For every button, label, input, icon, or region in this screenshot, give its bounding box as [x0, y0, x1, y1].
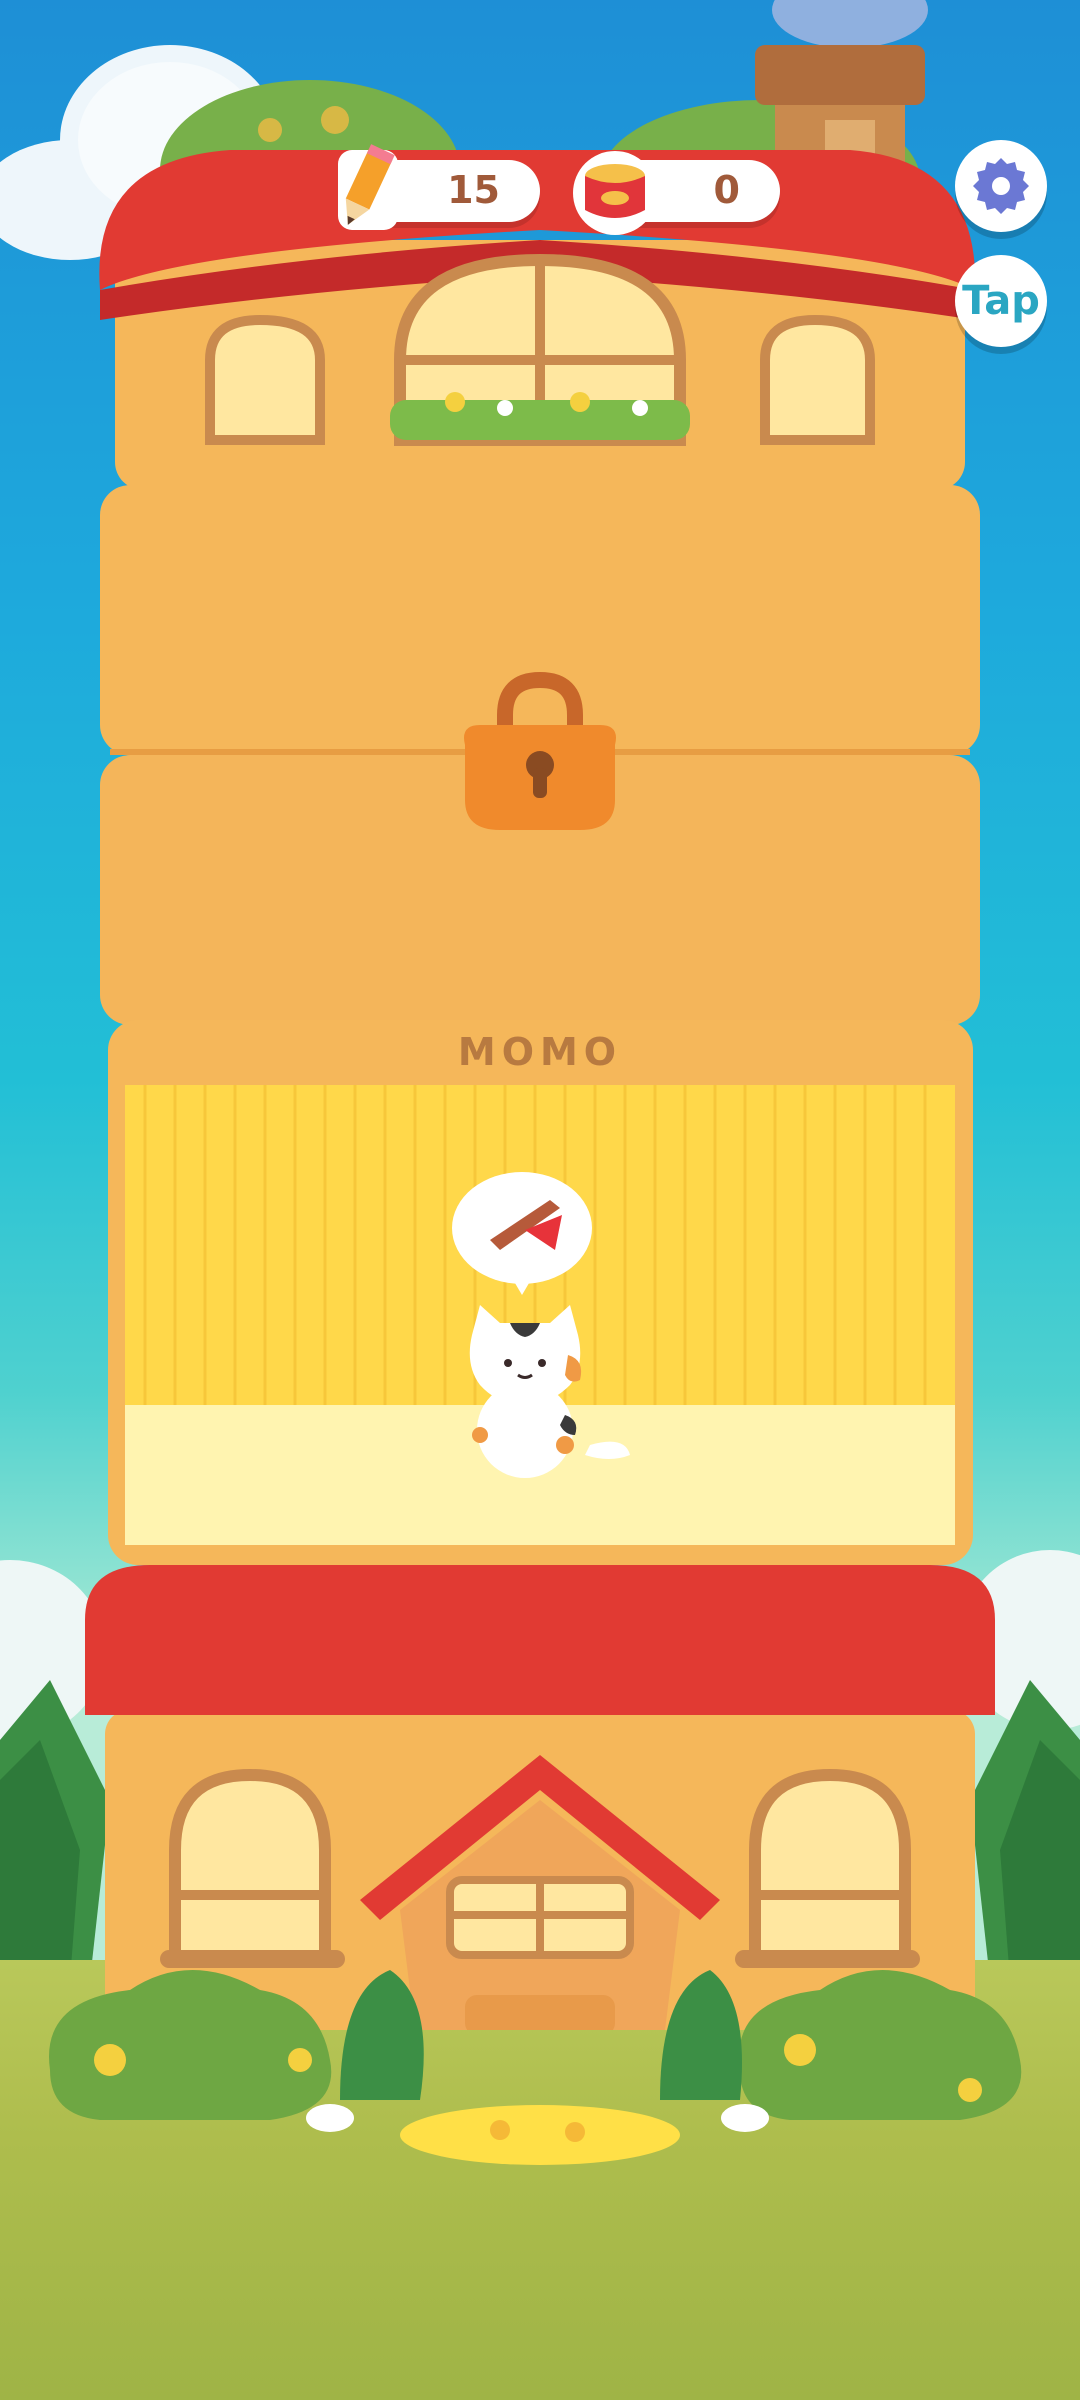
gear-icon — [973, 158, 1029, 214]
room-name-label: MOMO — [457, 1030, 623, 1074]
front-garden — [49, 1970, 1022, 2165]
cat-food-can-icon — [573, 151, 657, 235]
pencil-count: 15 — [447, 168, 500, 212]
tap-button-label: Tap — [962, 278, 1040, 324]
padlock-icon[interactable] — [460, 670, 620, 840]
settings-button[interactable] — [955, 140, 1047, 232]
pencil-icon — [338, 144, 398, 230]
top-floor-windows — [205, 253, 875, 446]
can-count: 0 — [713, 168, 740, 212]
tap-button[interactable]: Tap — [955, 255, 1047, 347]
cat-character[interactable] — [460, 1305, 635, 1480]
cat-request-bubble[interactable] — [450, 1170, 595, 1295]
